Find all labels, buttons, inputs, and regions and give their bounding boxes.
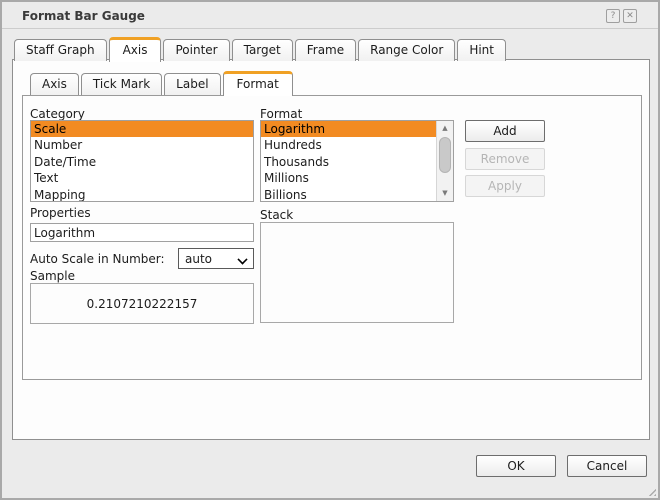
sub-tab-bar: Axis Tick Mark Label Format (30, 71, 293, 96)
title-bar: Format Bar Gauge ? ✕ (2, 2, 658, 29)
dialog-title: Format Bar Gauge (22, 9, 145, 23)
list-item-text[interactable]: Text (31, 170, 253, 186)
subtab-format[interactable]: Format (222, 71, 293, 96)
apply-button[interactable]: Apply (465, 175, 545, 197)
auto-scale-dropdown[interactable]: auto (178, 248, 254, 269)
cancel-button[interactable]: Cancel (567, 455, 647, 477)
tab-hint[interactable]: Hint (457, 39, 506, 61)
properties-input[interactable] (30, 223, 254, 242)
properties-label: Properties (30, 206, 91, 220)
list-item-thousands[interactable]: Thousands (261, 154, 436, 170)
format-listbox[interactable]: Logarithm Hundreds Thousands Millions Bi… (260, 120, 454, 202)
sample-value: 0.2107210222157 (86, 296, 198, 311)
list-item-millions[interactable]: Millions (261, 170, 436, 186)
list-item-scale[interactable]: Scale (31, 121, 253, 138)
tab-frame[interactable]: Frame (294, 39, 357, 61)
tab-axis[interactable]: Axis (108, 37, 162, 62)
tab-target[interactable]: Target (231, 39, 293, 61)
subtab-tick-mark[interactable]: Tick Mark (80, 73, 163, 95)
add-button[interactable]: Add (465, 120, 545, 142)
help-icon[interactable]: ? (606, 9, 620, 23)
stack-label: Stack (260, 208, 294, 222)
tab-pointer[interactable]: Pointer (163, 39, 230, 61)
remove-button[interactable]: Remove (465, 148, 545, 170)
category-listbox[interactable]: Scale Number Date/Time Text Mapping (30, 120, 254, 202)
sample-label: Sample (30, 269, 75, 283)
list-item-mapping[interactable]: Mapping (31, 187, 253, 201)
close-icon[interactable]: ✕ (623, 9, 637, 23)
format-bar-gauge-dialog: Format Bar Gauge ? ✕ Staff Graph Axis Po… (0, 0, 660, 500)
tab-staff-graph[interactable]: Staff Graph (14, 39, 107, 61)
main-tab-bar: Staff Graph Axis Pointer Target Frame Ra… (14, 37, 506, 62)
tab-range-color[interactable]: Range Color (358, 39, 456, 61)
stack-listbox[interactable] (260, 222, 454, 323)
list-item-logarithm[interactable]: Logarithm (261, 121, 436, 138)
auto-scale-label: Auto Scale in Number: (30, 252, 165, 266)
chevron-down-icon (238, 254, 247, 263)
format-list-scrollbar[interactable]: ▲ ▼ (436, 121, 453, 201)
subtab-label[interactable]: Label (164, 73, 221, 95)
scrollbar-thumb[interactable] (439, 137, 451, 173)
subtab-axis[interactable]: Axis (30, 73, 79, 95)
scroll-up-icon[interactable]: ▲ (437, 121, 453, 136)
category-label: Category (30, 107, 85, 121)
list-item-hundreds[interactable]: Hundreds (261, 137, 436, 153)
auto-scale-value: auto (185, 251, 213, 266)
resize-grip-icon[interactable] (646, 486, 656, 496)
scroll-down-icon[interactable]: ▼ (437, 186, 453, 201)
format-label: Format (260, 107, 303, 121)
list-item-date-time[interactable]: Date/Time (31, 154, 253, 170)
ok-button[interactable]: OK (476, 455, 556, 477)
sample-box: 0.2107210222157 (30, 283, 254, 324)
list-item-billions[interactable]: Billions (261, 187, 436, 201)
list-item-number[interactable]: Number (31, 137, 253, 153)
